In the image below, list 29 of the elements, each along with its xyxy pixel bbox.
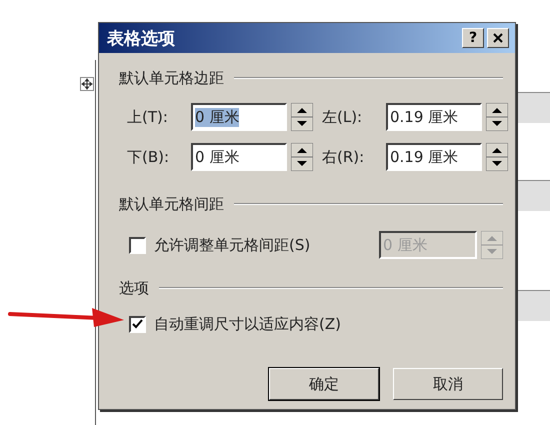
checkbox[interactable] [129, 236, 146, 254]
table-cell [515, 92, 550, 123]
spin-buttons-icon[interactable] [486, 103, 508, 131]
field-label: 上(T): [127, 108, 169, 126]
move-handle-icon[interactable] [80, 77, 94, 91]
section-heading: 默认单元格间距 [119, 194, 224, 214]
input-field[interactable]: 0 厘米 [191, 103, 287, 131]
close-button[interactable] [487, 28, 509, 48]
checkbox-label: 允许调整单元格间距(S) [154, 236, 310, 254]
checkbox[interactable] [129, 316, 146, 333]
field-label: 右(R): [322, 148, 366, 166]
checkbox-label: 自动重调尺寸以适应内容(Z) [154, 315, 341, 334]
ok-button[interactable]: 确定 [269, 368, 379, 400]
close-icon [492, 32, 504, 44]
spin-buttons-icon[interactable] [291, 143, 313, 171]
window-title: 表格选项 [107, 28, 175, 50]
input-field[interactable]: 0.19 厘米 [386, 103, 482, 131]
cancel-button[interactable]: 取消 [393, 368, 503, 400]
field-label: 左(L): [322, 108, 364, 126]
table-cell [515, 290, 550, 321]
section-heading: 默认单元格边距 [119, 68, 224, 88]
input-field[interactable]: 0.19 厘米 [386, 143, 482, 171]
spin-buttons-icon[interactable] [486, 143, 508, 171]
input-field[interactable]: 0 厘米 [191, 143, 287, 171]
table-cell [515, 180, 550, 211]
section-heading: 选项 [119, 278, 149, 298]
field-label: 下(B): [127, 148, 170, 166]
help-button[interactable]: ? [462, 28, 484, 48]
spin-buttons-icon[interactable] [291, 103, 313, 131]
